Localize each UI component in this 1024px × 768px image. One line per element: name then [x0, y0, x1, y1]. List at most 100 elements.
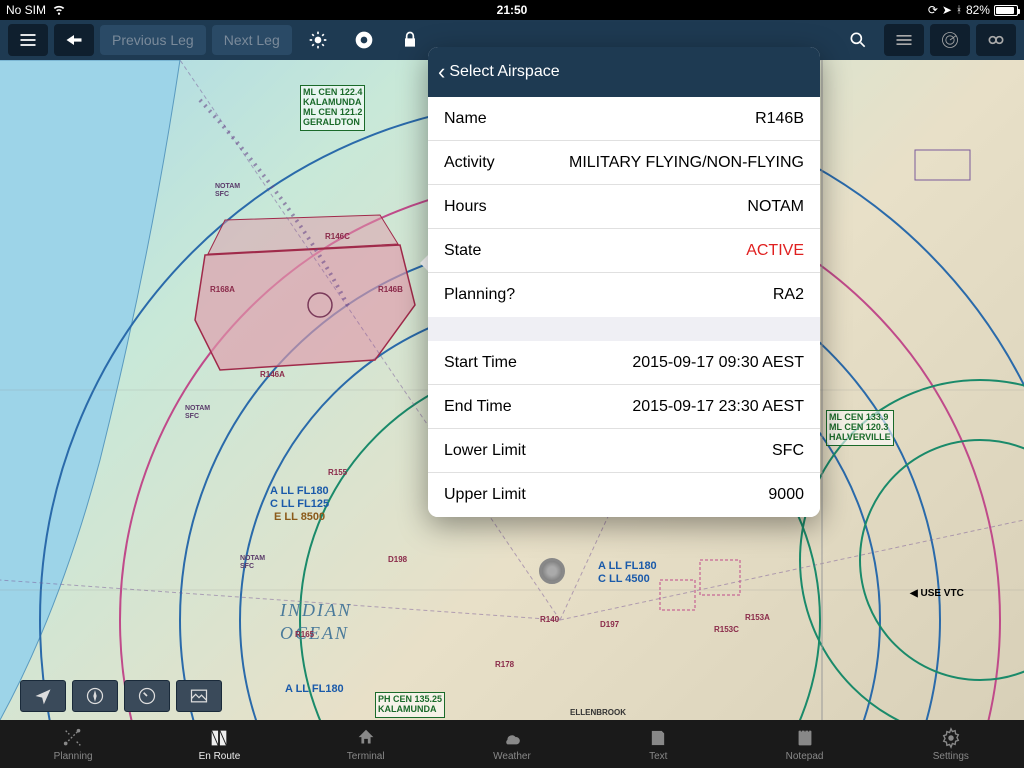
tab-settings[interactable]: Settings [878, 720, 1024, 768]
notam-label-1: NOTAM SFC [215, 183, 240, 198]
ownship-marker [539, 558, 565, 584]
lock-button[interactable] [390, 24, 430, 56]
alt-label-a2: A LL FL180 [598, 560, 657, 572]
row-planning-value: RA2 [773, 286, 804, 304]
orientation-lock-icon: ⟳ [928, 3, 938, 17]
tab-terminal-label: Terminal [347, 751, 385, 762]
planning-icon [60, 727, 86, 749]
tab-notepad-label: Notepad [786, 751, 824, 762]
alt-label-c2: C LL 4500 [598, 573, 650, 585]
radar-button[interactable] [930, 24, 970, 56]
clock: 21:50 [343, 3, 680, 17]
compass-button[interactable] [72, 680, 118, 712]
airspace-popover: ‹ Select Airspace Name R146B Activity MI… [428, 47, 820, 517]
image-button[interactable] [176, 680, 222, 712]
tab-terminal[interactable]: Terminal [293, 720, 439, 768]
terminal-icon [353, 727, 379, 749]
row-lower: Lower Limit SFC [428, 429, 820, 473]
alt-label-e: E LL 8500 [274, 511, 325, 523]
r146b-label: R146B [378, 285, 403, 294]
r146a-label: R146A [260, 370, 285, 379]
tab-notepad[interactable]: Notepad [731, 720, 877, 768]
row-name: Name R146B [428, 97, 820, 141]
alt-label-c: C LL FL125 [270, 498, 329, 510]
r165-label: R165 [295, 630, 314, 639]
notam-label-2: NOTAM SFC [185, 405, 210, 420]
ellenbrook-label: ELLENBROOK [570, 708, 626, 717]
help-button[interactable] [344, 24, 384, 56]
r153c-label: R153C [714, 625, 739, 634]
row-state-label: State [444, 242, 481, 260]
center-button[interactable] [20, 680, 66, 712]
freq-box-2: PH CEN 135.25 KALAMUNDA [375, 692, 445, 718]
previous-leg-button[interactable]: Previous Leg [100, 25, 206, 55]
tab-text-label: Text [649, 751, 667, 762]
list-button[interactable] [8, 24, 48, 56]
text-icon [645, 727, 671, 749]
r155-label: R155 [328, 468, 347, 477]
row-hours-value: NOTAM [747, 198, 804, 216]
r168a-label: R168A [210, 285, 235, 294]
notepad-icon [792, 727, 818, 749]
brightness-button[interactable] [298, 24, 338, 56]
freq-box-3: ML CEN 133.9 ML CEN 120.3 HALVERVILLE [826, 410, 894, 446]
row-planning-label: Planning? [444, 286, 515, 304]
r153a-label: R153A [745, 613, 770, 622]
gauge-button[interactable] [124, 680, 170, 712]
ocean-label-indian: INDIAN [280, 600, 352, 621]
map-action-buttons [20, 680, 222, 712]
d198-label: D198 [388, 555, 407, 564]
location-icon: ➤ [942, 3, 952, 17]
row-name-label: Name [444, 110, 487, 128]
back-chevron-icon[interactable]: ‹ [438, 59, 445, 85]
next-leg-button[interactable]: Next Leg [212, 25, 292, 55]
row-start: Start Time 2015-09-17 09:30 AEST [428, 341, 820, 385]
alt-label-a: A LL FL180 [270, 485, 329, 497]
freq-box-1: ML CEN 122.4 KALAMUNDA ML CEN 121.2 GERA… [300, 85, 365, 131]
popover-title: Select Airspace [449, 63, 559, 81]
row-upper-label: Upper Limit [444, 486, 526, 504]
row-state: State ACTIVE [428, 229, 820, 273]
row-upper-value: 9000 [768, 486, 804, 504]
settings-icon [938, 727, 964, 749]
r140-label: R140 [540, 615, 559, 624]
tab-settings-label: Settings [933, 751, 969, 762]
row-activity-value: MILITARY FLYING/NON-FLYING [569, 154, 804, 172]
row-activity-label: Activity [444, 154, 495, 172]
tab-planning-label: Planning [54, 751, 93, 762]
search-button[interactable] [838, 24, 878, 56]
row-planning: Planning? RA2 [428, 273, 820, 317]
row-lower-value: SFC [772, 442, 804, 460]
tab-enroute[interactable]: En Route [146, 720, 292, 768]
row-state-value: ACTIVE [746, 242, 804, 260]
row-name-value: R146B [755, 110, 804, 128]
d197-label: D197 [600, 620, 619, 629]
weather-icon [499, 727, 525, 749]
row-end-value: 2015-09-17 23:30 AEST [632, 398, 804, 416]
directto-button[interactable] [54, 24, 94, 56]
popover-header[interactable]: ‹ Select Airspace [428, 47, 820, 97]
use-vtc-label: ◀ USE VTC [910, 588, 964, 599]
bluetooth-icon: ᚼ [956, 5, 962, 16]
tab-text[interactable]: Text [585, 720, 731, 768]
settings-gear-button[interactable] [976, 24, 1016, 56]
tab-enroute-label: En Route [199, 751, 241, 762]
sim-status: No SIM [6, 3, 46, 17]
wifi-icon [52, 2, 66, 19]
row-activity: Activity MILITARY FLYING/NON-FLYING [428, 141, 820, 185]
tab-weather-label: Weather [493, 751, 531, 762]
tab-weather[interactable]: Weather [439, 720, 585, 768]
row-hours: Hours NOTAM [428, 185, 820, 229]
ocean-label-ocean: OCEAN [280, 623, 349, 644]
row-upper: Upper Limit 9000 [428, 473, 820, 517]
row-lower-label: Lower Limit [444, 442, 526, 460]
battery-percent: 82% [966, 3, 990, 17]
row-start-label: Start Time [444, 354, 517, 372]
row-end-label: End Time [444, 398, 512, 416]
tab-planning[interactable]: Planning [0, 720, 146, 768]
layers-button[interactable] [884, 24, 924, 56]
notam-label-3: NOTAM SFC [240, 555, 265, 570]
row-hours-label: Hours [444, 198, 487, 216]
battery-icon [994, 5, 1018, 16]
enroute-icon [206, 727, 232, 749]
